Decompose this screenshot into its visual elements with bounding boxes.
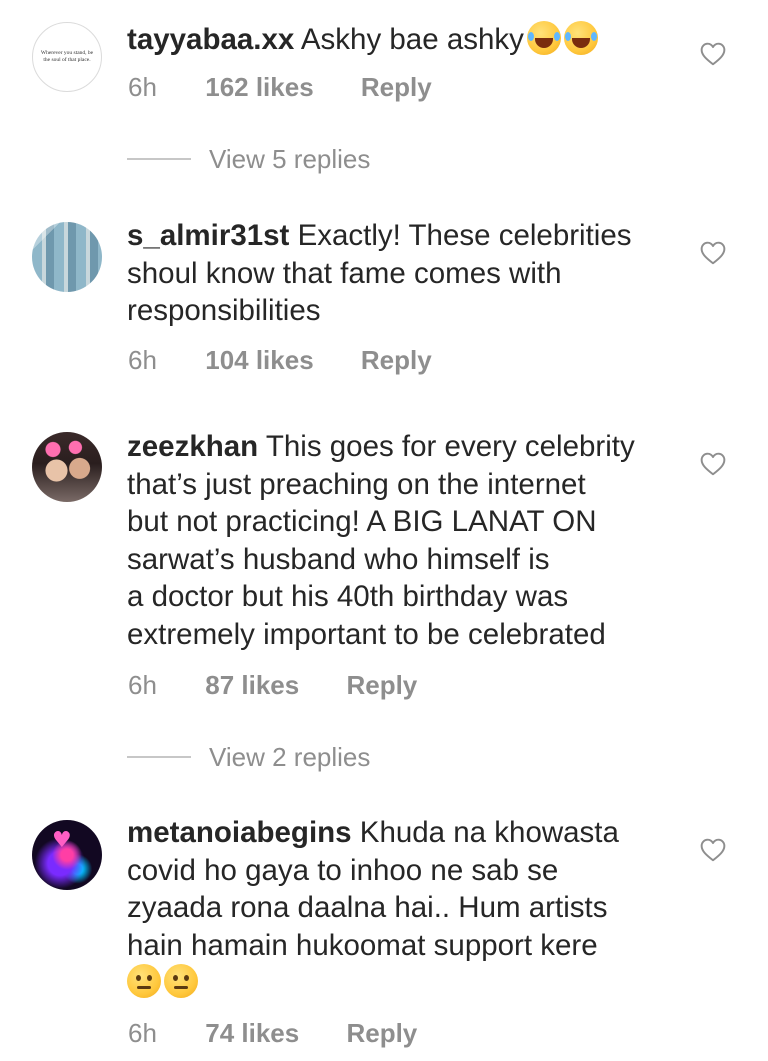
avatar[interactable]	[32, 432, 102, 502]
comment-text: zeezkhan This goes for every celebrity t…	[127, 428, 687, 653]
like-heart-icon[interactable]	[700, 452, 726, 476]
neutral-face-emoji-icon	[164, 964, 198, 998]
avatar-quote-text: Wherever you stand, be the soul of that …	[40, 50, 94, 63]
comment-meta: 6h 104 likes Reply	[128, 345, 432, 376]
avatar[interactable]	[32, 820, 102, 890]
comment-line: shoul know that fame comes with	[127, 256, 562, 290]
comment-meta: 6h 162 likes Reply	[128, 72, 432, 103]
comment-likes[interactable]: 74 likes	[205, 1018, 299, 1049]
view-replies-button[interactable]: View 5 replies	[127, 144, 370, 174]
comment-line: a doctor but his 40th birthday was	[127, 580, 569, 613]
reply-button[interactable]: Reply	[361, 345, 432, 376]
tears-of-joy-emoji-icon	[526, 21, 561, 55]
comment-line: Exactly! These celebrities	[297, 219, 632, 252]
comment-username[interactable]: metanoiabegins	[127, 816, 352, 849]
comment-line: extremely important to be celebrated	[127, 617, 606, 651]
comment-time: 6h	[128, 345, 157, 375]
comment-username[interactable]: tayyabaa.xx	[127, 23, 294, 56]
comment-line: This goes for every celebrity	[265, 430, 635, 463]
comment-line: but not practicing! A BIG LANAT ON	[127, 505, 597, 538]
replies-divider	[127, 756, 191, 758]
comment-line: covid ho gaya to inhoo ne sab se	[127, 853, 559, 887]
comment-username[interactable]: zeezkhan	[127, 430, 258, 463]
comment-username[interactable]: s_almir31st	[127, 219, 289, 252]
tears-of-joy-emoji-icon	[563, 21, 598, 55]
comment-text: s_almir31st Exactly! These celebrities s…	[127, 217, 687, 330]
view-replies-label: View 2 replies	[209, 741, 371, 772]
like-heart-icon[interactable]	[700, 241, 726, 265]
avatar[interactable]: Wherever you stand, be the soul of that …	[32, 22, 102, 92]
comment-time: 6h	[128, 670, 157, 700]
comment-line: zyaada rona daalna hai.. Hum artists	[127, 891, 608, 924]
like-heart-icon[interactable]	[700, 838, 726, 862]
avatar[interactable]	[32, 222, 102, 292]
comment-line: sarwat’s husband who himself is	[127, 542, 550, 576]
comment-line: Askhy bae ashky	[300, 23, 524, 56]
comment-likes[interactable]: 104 likes	[205, 345, 313, 376]
comment-line: responsibilities	[127, 294, 321, 327]
like-heart-icon[interactable]	[700, 42, 726, 66]
reply-button[interactable]: Reply	[346, 1018, 417, 1049]
reply-button[interactable]: Reply	[361, 72, 432, 103]
comment-likes[interactable]: 162 likes	[205, 72, 313, 103]
comment-meta: 6h 74 likes Reply	[128, 1018, 417, 1049]
reply-button[interactable]: Reply	[346, 670, 417, 701]
view-replies-button[interactable]: View 2 replies	[127, 742, 370, 772]
comment-meta: 6h 87 likes Reply	[128, 670, 417, 701]
comment-line: Khuda na khowasta	[359, 816, 619, 849]
comment-line: that’s just preaching on the internet	[127, 467, 586, 501]
neutral-face-emoji-icon	[127, 964, 161, 998]
comment-time: 6h	[128, 1018, 157, 1048]
replies-divider	[127, 158, 191, 160]
comment-text: tayyabaa.xx Askhy bae ashky	[127, 21, 687, 59]
view-replies-label: View 5 replies	[209, 143, 371, 174]
comment-text: metanoiabegins Khuda na khowasta covid h…	[127, 814, 687, 1002]
comment-likes[interactable]: 87 likes	[205, 670, 299, 701]
comment-line: hain hamain hukoomat support kere	[127, 928, 598, 962]
comment-time: 6h	[128, 72, 157, 102]
